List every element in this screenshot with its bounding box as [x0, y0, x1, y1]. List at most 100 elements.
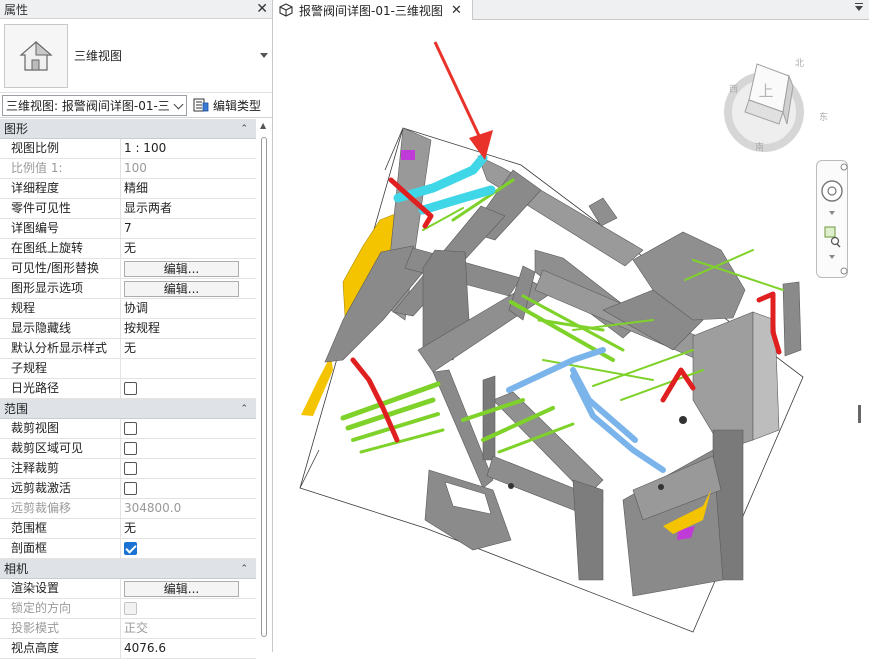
- scroll-up-icon[interactable]: ▲: [260, 121, 266, 130]
- property-row: 视点高度 4076.6: [0, 639, 256, 659]
- collapse-icon[interactable]: ⌃: [240, 124, 248, 134]
- property-row: 渲染设置 编辑...: [0, 579, 256, 599]
- tab-3d-view[interactable]: 报警阀间详图-01-三维视图 ✕: [273, 0, 473, 20]
- property-row: 比例值 1: 100: [0, 159, 256, 179]
- house-icon: [19, 40, 53, 71]
- property-label: 视点高度: [0, 639, 121, 658]
- property-value: [121, 379, 256, 398]
- property-value[interactable]: [121, 359, 256, 378]
- checkbox: [124, 602, 137, 615]
- annotation-arrow: [433, 41, 493, 160]
- steering-dropdown-icon[interactable]: [829, 211, 835, 215]
- property-label: 在图纸上旋转: [0, 239, 121, 258]
- type-dropdown-icon[interactable]: [260, 52, 268, 58]
- edit-button[interactable]: 编辑...: [124, 261, 239, 277]
- property-row: 详图编号 7: [0, 219, 256, 239]
- compass-south: 南: [755, 141, 764, 153]
- instance-row: 三维视图: 报警阀间详图-01-三 编辑类型: [0, 93, 272, 118]
- instance-selector-label: 三维视图: 报警阀间详图-01-三: [6, 98, 170, 113]
- navbar-options-icon[interactable]: [840, 267, 848, 275]
- property-label: 显示隐藏线: [0, 319, 121, 338]
- group-header[interactable]: 相机 ⌃: [0, 559, 256, 579]
- checkbox[interactable]: [124, 422, 137, 435]
- property-row: 零件可见性 显示两者: [0, 199, 256, 219]
- chevron-down-icon: [173, 99, 184, 109]
- model-canvas[interactable]: 上 北 东 南 西: [273, 20, 869, 652]
- tab-menu-icon[interactable]: [855, 6, 863, 11]
- type-selector[interactable]: 三维视图: [0, 19, 272, 93]
- scrollbar-thumb[interactable]: [261, 137, 267, 637]
- edit-button[interactable]: 编辑...: [124, 281, 239, 297]
- property-value[interactable]: 显示两者: [121, 199, 256, 218]
- navbar-icons: [821, 163, 848, 275]
- property-label: 远剪裁激活: [0, 479, 121, 498]
- zoom-dropdown-icon[interactable]: [829, 255, 835, 259]
- property-value[interactable]: 4076.6: [121, 639, 256, 658]
- property-value: 编辑...: [121, 279, 256, 298]
- property-label: 裁剪视图: [0, 419, 121, 438]
- close-navbar-icon[interactable]: [840, 163, 848, 171]
- close-icon[interactable]: ✕: [256, 2, 268, 16]
- checkbox[interactable]: [124, 442, 137, 455]
- steering-wheel-icon[interactable]: [821, 180, 843, 202]
- property-label: 裁剪区域可见: [0, 439, 121, 458]
- property-row: 可见性/图形替换 编辑...: [0, 259, 256, 279]
- property-label: 远剪裁偏移: [0, 499, 121, 518]
- property-row: 裁剪视图: [0, 419, 256, 439]
- instance-selector[interactable]: 三维视图: 报警阀间详图-01-三: [2, 94, 187, 116]
- property-value: [121, 479, 256, 498]
- properties-title: 属性: [4, 2, 29, 17]
- property-label: 注释裁剪: [0, 459, 121, 478]
- checkbox[interactable]: [124, 382, 137, 395]
- property-value[interactable]: 精细: [121, 179, 256, 198]
- property-value[interactable]: 无: [121, 339, 256, 358]
- property-label: 范围框: [0, 519, 121, 538]
- property-label: 视图比例: [0, 139, 121, 158]
- viewcube[interactable]: 上 北 东 南 西: [724, 58, 828, 153]
- property-value: 编辑...: [121, 259, 256, 278]
- 3d-view-icon: [279, 3, 293, 17]
- checkbox[interactable]: [124, 482, 137, 495]
- checkbox[interactable]: [124, 462, 137, 475]
- property-value: 编辑...: [121, 579, 256, 598]
- property-value: 100: [124, 161, 147, 175]
- property-row: 详细程度 精细: [0, 179, 256, 199]
- property-value[interactable]: 7: [121, 219, 256, 238]
- property-value[interactable]: 无: [121, 519, 256, 538]
- property-label: 比例值 1:: [0, 159, 121, 178]
- property-row: 视图比例 1 : 100: [0, 139, 256, 159]
- property-value: [121, 539, 256, 558]
- property-label: 子规程: [0, 359, 121, 378]
- property-value: [121, 599, 256, 618]
- type-thumbnail: [4, 23, 68, 88]
- property-value[interactable]: 1 : 100: [121, 139, 256, 158]
- properties-scrollbar[interactable]: ▲: [259, 119, 269, 652]
- property-label: 投影模式: [0, 619, 121, 638]
- property-label: 详图编号: [0, 219, 121, 238]
- collapse-icon[interactable]: ⌃: [240, 564, 248, 574]
- tab-close-icon[interactable]: ✕: [451, 3, 462, 18]
- property-value[interactable]: 无: [121, 239, 256, 258]
- property-row: 范围框无: [0, 519, 256, 539]
- navigation-bar: [816, 160, 848, 278]
- property-value: 304800.0: [124, 501, 182, 515]
- collapse-icon[interactable]: ⌃: [240, 404, 248, 414]
- property-value[interactable]: 协调: [121, 299, 256, 318]
- edit-type-button[interactable]: 编辑类型: [193, 97, 261, 114]
- property-label: 默认分析显示样式: [0, 339, 121, 358]
- viewcube-top-label: 上: [758, 82, 773, 100]
- property-row: 注释裁剪: [0, 459, 256, 479]
- property-value: [121, 439, 256, 458]
- property-row: 图形显示选项 编辑...: [0, 279, 256, 299]
- properties-grid: 图形 ⌃ 视图比例 1 : 100 比例值 1: 100 详细程度 精细 零件可见性 显示两者 详图…: [0, 119, 256, 659]
- property-row: 剖面框: [0, 539, 256, 559]
- edit-button[interactable]: 编辑...: [124, 581, 239, 597]
- group-header[interactable]: 图形 ⌃: [0, 119, 256, 139]
- property-value[interactable]: 按规程: [121, 319, 256, 338]
- property-label: 剖面框: [0, 539, 121, 558]
- property-label: 规程: [0, 299, 121, 318]
- checkbox[interactable]: [124, 542, 137, 555]
- view-scrollbar-thumb[interactable]: [858, 405, 861, 423]
- group-header[interactable]: 范围 ⌃: [0, 399, 256, 419]
- zoom-region-icon[interactable]: [824, 226, 841, 248]
